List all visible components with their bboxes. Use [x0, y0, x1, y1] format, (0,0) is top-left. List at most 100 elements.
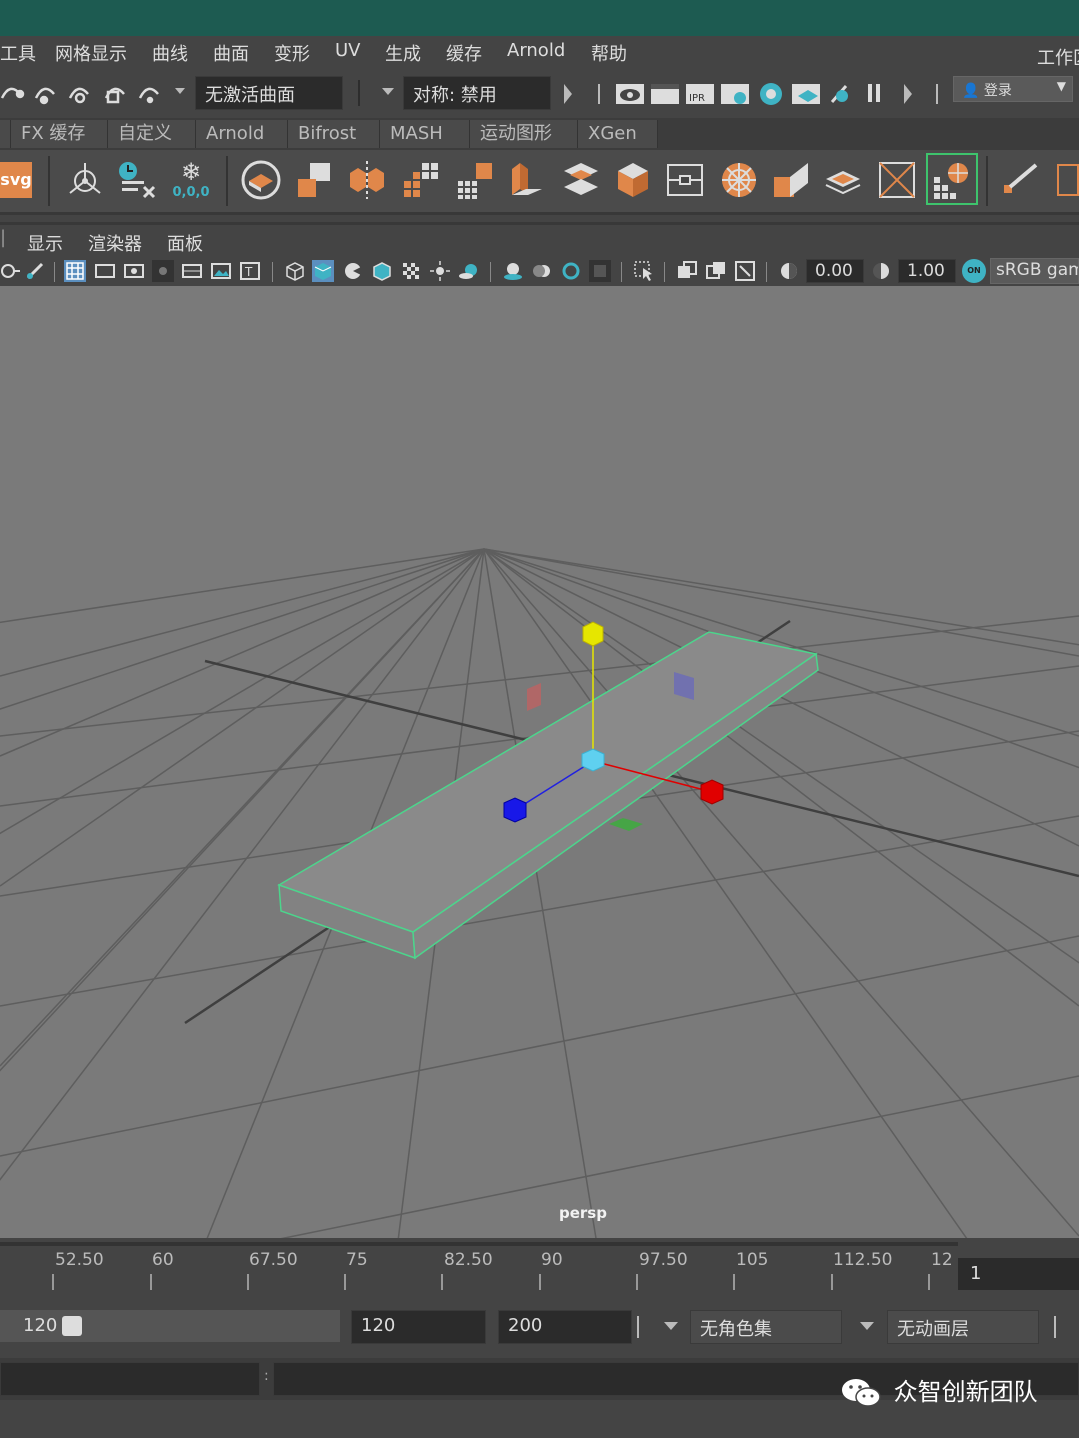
xray-icon[interactable] [676, 260, 698, 282]
lock-camera-icon[interactable] [24, 260, 46, 282]
xray-joints-icon[interactable] [705, 260, 727, 282]
character-set-dropdown-icon[interactable] [662, 1320, 680, 1332]
more-tools-icon[interactable] [1052, 159, 1079, 201]
render-frame-icon [651, 84, 679, 104]
exposure-icon[interactable] [778, 260, 800, 282]
range-handle[interactable] [62, 1316, 82, 1336]
panel-menu-renderer[interactable]: 渲染器 [88, 230, 142, 256]
freeze-transform-icon[interactable]: ❄ 0,0,0 [170, 159, 212, 201]
safe-action-icon[interactable] [210, 260, 232, 282]
shelf-tab-fx-cache[interactable]: FX 缓存 [11, 120, 108, 148]
menu-surfaces[interactable]: 曲面 [213, 40, 249, 66]
sculpt-mesh-icon[interactable] [926, 153, 978, 205]
panel-menu-panels[interactable]: 面板 [167, 230, 203, 256]
menu-mesh-display[interactable]: 网格显示 [55, 40, 127, 66]
ipr-render-icon: IPR [686, 84, 714, 104]
symmetry-dropdown-icon[interactable] [380, 86, 396, 98]
current-frame-field[interactable]: 1 [958, 1258, 1079, 1290]
depth-of-field-icon[interactable] [589, 260, 611, 282]
safe-title-icon[interactable]: T [239, 260, 261, 282]
exposure-field[interactable]: 0.00 [806, 259, 864, 283]
shelf-tab-mash[interactable]: MASH [380, 120, 470, 148]
view-transform-dropdown[interactable]: sRGB gamma [990, 258, 1079, 284]
tick-label: 52.50 [55, 1250, 104, 1270]
flip-icon[interactable] [822, 159, 864, 201]
anim-layer-dropdown-icon[interactable] [858, 1320, 876, 1332]
extrude-icon[interactable] [506, 159, 548, 201]
use-all-lights-icon[interactable] [429, 260, 451, 282]
tick-label: 112.50 [833, 1250, 893, 1270]
ambient-occlusion-icon[interactable] [502, 260, 524, 282]
shelf-tab-bifrost[interactable]: Bifrost [288, 120, 380, 148]
symmetry-field[interactable]: 对称: 禁用 [403, 76, 551, 110]
menu-arnold[interactable]: Arnold [507, 40, 565, 61]
login-button[interactable]: 👤 登录 ▼ [953, 76, 1073, 102]
separate-icon[interactable] [346, 159, 388, 201]
transform-component-icon[interactable] [876, 159, 918, 201]
grid-toggle-icon[interactable] [64, 260, 86, 282]
mel-input-field[interactable] [0, 1362, 260, 1396]
wireframe-on-shaded-icon[interactable] [371, 260, 393, 282]
smooth-icon[interactable] [400, 159, 442, 201]
gate-mask-icon[interactable] [152, 260, 174, 282]
multi-cut-icon[interactable] [718, 159, 760, 201]
film-gate-icon[interactable] [94, 260, 116, 282]
bridge-icon[interactable] [560, 159, 602, 201]
wireframe-icon[interactable] [284, 260, 306, 282]
time-slider[interactable]: 52.50 60 67.50 75 82.50 90 97.50 105 112… [0, 1242, 958, 1298]
resolution-gate-icon[interactable] [123, 260, 145, 282]
insert-edge-loop-icon[interactable] [664, 159, 706, 201]
x-axis-handle [700, 779, 724, 805]
anti-aliasing-icon[interactable] [560, 260, 582, 282]
animation-end-field[interactable]: 200 [498, 1310, 632, 1344]
select-camera-icon[interactable] [0, 260, 22, 282]
workspace-label[interactable]: 工作区 [1037, 44, 1079, 70]
delete-history-icon[interactable] [116, 159, 158, 201]
panel-menu-show[interactable]: 显示 [27, 230, 63, 256]
default-material-icon[interactable] [342, 260, 364, 282]
menu-uv[interactable]: UV [335, 40, 361, 61]
shelf-tab-xgen[interactable]: XGen [578, 120, 658, 148]
playback-end-field[interactable]: 120 [351, 1310, 486, 1344]
anim-layer-field[interactable]: 无动画层 [887, 1310, 1039, 1344]
menu-generate[interactable]: 生成 [385, 40, 421, 66]
textured-icon[interactable] [400, 260, 422, 282]
snap-icons [0, 87, 185, 105]
character-set-field[interactable]: 无角色集 [690, 1310, 842, 1344]
range-slider[interactable]: 120 [0, 1310, 340, 1342]
snap-dropdown-icon [175, 88, 185, 94]
isolate-select-icon[interactable] [633, 260, 655, 282]
camera-label: persp [559, 1204, 607, 1222]
menu-help[interactable]: 帮助 [591, 40, 627, 66]
shelf-tab-custom[interactable]: 自定义 [108, 120, 196, 148]
xray-components-icon[interactable] [734, 260, 756, 282]
live-surface-field[interactable]: 无激活曲面 [195, 76, 343, 110]
viewport-persp[interactable]: persp [0, 286, 1079, 1238]
target-weld-icon[interactable] [770, 159, 812, 201]
menu-deform[interactable]: 变形 [274, 40, 310, 66]
shadows-icon[interactable] [458, 260, 480, 282]
field-chart-icon[interactable] [181, 260, 203, 282]
shelf-tab-arnold[interactable]: Arnold [196, 120, 288, 148]
range-end-label: 120 [23, 1315, 58, 1336]
snap-live-icon [138, 87, 159, 99]
center-handle [581, 748, 605, 772]
menu-cache[interactable]: 缓存 [446, 40, 482, 66]
gamma-field[interactable]: 1.00 [898, 259, 956, 283]
menu-tools[interactable]: 工具 [0, 40, 36, 66]
shelf-tab-motion-graphics[interactable]: 运动图形 [470, 120, 578, 148]
bevel-icon[interactable] [612, 159, 654, 201]
render-setup-icon [792, 84, 820, 104]
center-pivot-icon[interactable] [64, 159, 106, 201]
menu-curves[interactable]: 曲线 [152, 40, 188, 66]
combine-icon[interactable] [294, 159, 336, 201]
motion-blur-icon[interactable] [531, 260, 553, 282]
smooth-shade-icon[interactable] [312, 260, 334, 282]
polygon-cube-icon[interactable] [240, 159, 282, 201]
color-management-toggle[interactable]: ON [962, 259, 986, 283]
svg-tool-icon[interactable]: svg [0, 162, 32, 198]
gamma-icon[interactable] [870, 260, 892, 282]
edge-tool-icon[interactable] [1000, 159, 1042, 201]
reduce-icon[interactable] [454, 159, 496, 201]
pause-render-icon [868, 84, 880, 102]
